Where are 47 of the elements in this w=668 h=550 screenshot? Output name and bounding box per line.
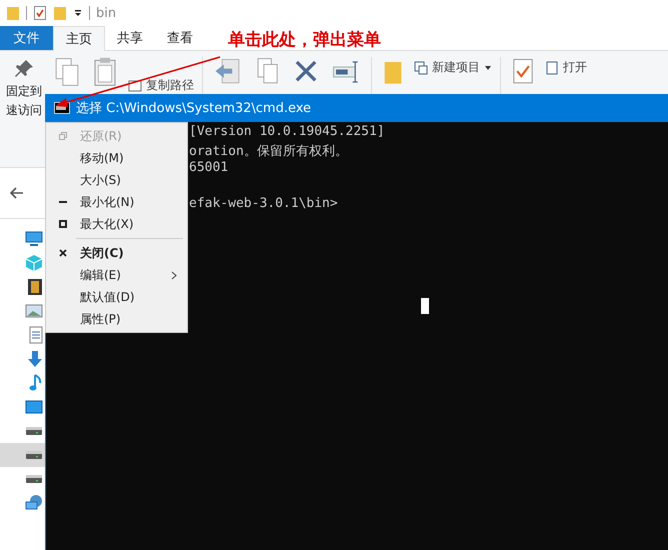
- ribbon-tab[interactable]: 主页: [53, 26, 105, 51]
- menu-item[interactable]: 编辑(E): [46, 264, 187, 286]
- minimize-icon: [59, 200, 67, 204]
- annotation-text: 单击此处，弹出菜单: [228, 29, 381, 51]
- desktop-icon: [25, 400, 43, 414]
- menu-item[interactable]: 最大化(X): [46, 213, 187, 235]
- cube-icon: [25, 254, 43, 272]
- network-icon: [25, 494, 43, 512]
- open-command[interactable]: 打开: [563, 59, 587, 76]
- drive-icon: [25, 474, 43, 484]
- pin-label[interactable]: 速访问: [6, 102, 42, 119]
- back-arrow-icon[interactable]: [10, 187, 24, 199]
- close-icon: [59, 249, 67, 257]
- maximize-icon: [59, 220, 67, 228]
- drive-icon: [25, 450, 43, 460]
- console-line: oration。保留所有权利。: [189, 143, 349, 160]
- open-icon[interactable]: [545, 60, 559, 74]
- dropdown-icon[interactable]: [484, 64, 492, 72]
- pin-label[interactable]: 固定到: [6, 83, 42, 100]
- drive-icon: [25, 426, 43, 436]
- ribbon-tab[interactable]: 查看: [155, 26, 205, 50]
- console-line: efak-web-3.0.1\bin>: [189, 196, 339, 213]
- ribbon-tab[interactable]: 文件: [0, 26, 53, 50]
- menu-item[interactable]: 属性(P): [46, 308, 187, 330]
- image-icon: [25, 304, 43, 318]
- console-line: [Version 10.0.19045.2251]: [189, 124, 386, 141]
- film-icon: [27, 278, 43, 296]
- menu-item[interactable]: 移动(M): [46, 147, 187, 169]
- restore-icon: [59, 132, 67, 140]
- download-arrow-icon: [27, 350, 43, 368]
- computer-icon: [25, 231, 43, 247]
- copy-path-command[interactable]: 复制路径: [146, 77, 194, 94]
- document-icon: [29, 326, 43, 344]
- console-title: 选择 C:\Windows\System32\cmd.exe: [76, 100, 312, 117]
- ribbon-tab[interactable]: 共享: [105, 26, 155, 50]
- console-line: 65001: [189, 160, 230, 177]
- menu-item[interactable]: 默认值(D): [46, 286, 187, 308]
- new-item-icon[interactable]: [414, 60, 428, 74]
- sidebar-item[interactable]: [0, 443, 45, 467]
- music-note-icon: [29, 374, 43, 392]
- check-icon[interactable]: [33, 5, 47, 21]
- new-item-command[interactable]: 新建项目: [432, 59, 480, 76]
- menu-item[interactable]: 关闭(C): [46, 242, 187, 264]
- menu-item[interactable]: 大小(S): [46, 169, 187, 191]
- text-cursor: [421, 298, 429, 314]
- menu-item[interactable]: 最小化(N): [46, 191, 187, 213]
- window-title: bin: [96, 6, 116, 20]
